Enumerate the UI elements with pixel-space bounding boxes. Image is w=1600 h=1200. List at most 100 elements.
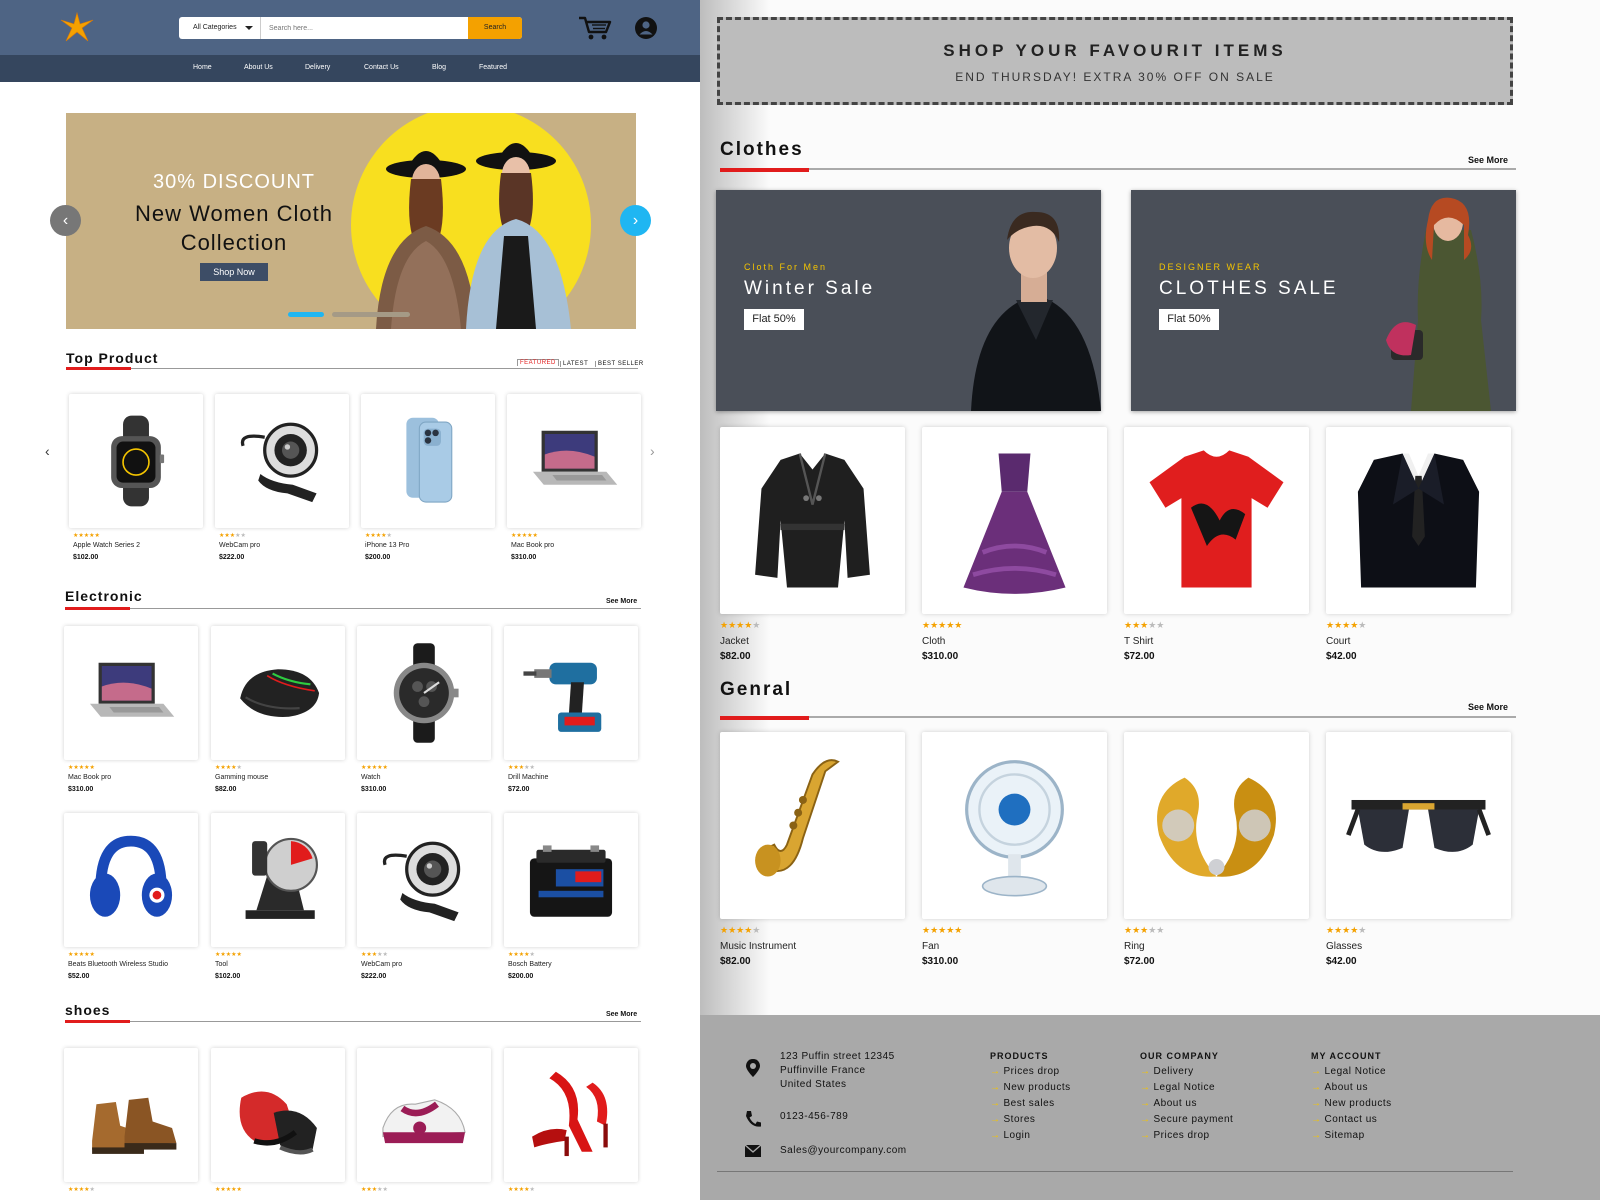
- nav-home[interactable]: Home: [193, 64, 212, 71]
- search-button[interactable]: Search: [468, 17, 522, 39]
- user-account-icon[interactable]: [635, 17, 657, 39]
- product-name[interactable]: Bosch Battery: [508, 961, 552, 968]
- product-name[interactable]: Music Instrument: [720, 941, 796, 952]
- product-card[interactable]: [922, 732, 1107, 919]
- footer-email[interactable]: Sales@yourcompany.com: [780, 1145, 907, 1156]
- footer-link[interactable]: → Prices drop: [1140, 1130, 1210, 1141]
- footer-link[interactable]: → Login: [990, 1130, 1030, 1141]
- product-card[interactable]: [64, 813, 198, 947]
- footer-link[interactable]: → Prices drop: [990, 1066, 1060, 1077]
- product-name[interactable]: Ring: [1124, 941, 1145, 952]
- hero-next-arrow-icon[interactable]: ›: [620, 205, 651, 236]
- carousel-next-icon[interactable]: ›: [650, 443, 655, 459]
- product-name[interactable]: iPhone 13 Pro: [365, 542, 409, 549]
- category-select[interactable]: All Categories: [179, 17, 261, 39]
- footer-link[interactable]: → About us: [1140, 1098, 1197, 1109]
- see-more-electronic[interactable]: See More: [606, 598, 637, 605]
- star-rating: ★★★★★: [720, 925, 761, 935]
- product-name[interactable]: Drill Machine: [508, 774, 548, 781]
- product-card[interactable]: [507, 394, 641, 528]
- footer-link[interactable]: → New products: [990, 1082, 1071, 1093]
- nav-blog[interactable]: Blog: [432, 64, 446, 71]
- banner-kicker: Cloth For Men: [744, 262, 828, 272]
- product-card[interactable]: [1124, 732, 1309, 919]
- fan-icon: [965, 760, 1064, 897]
- tab-best-seller[interactable]: BEST SELLER: [595, 361, 644, 367]
- product-card[interactable]: [1124, 427, 1309, 614]
- product-card[interactable]: [211, 1048, 345, 1182]
- product-card[interactable]: [504, 1048, 638, 1182]
- promo-card-clothes-sale[interactable]: DESIGNER WEAR CLOTHES SALE Flat 50%: [1131, 190, 1516, 411]
- footer-link[interactable]: → New products: [1311, 1098, 1392, 1109]
- footer-link[interactable]: → Legal Notice: [1140, 1082, 1215, 1093]
- product-card[interactable]: [64, 1048, 198, 1182]
- product-name[interactable]: Watch: [361, 774, 381, 781]
- footer-link[interactable]: → Stores: [990, 1114, 1035, 1125]
- footer-link[interactable]: → Delivery: [1140, 1066, 1194, 1077]
- product-card[interactable]: [357, 1048, 491, 1182]
- see-more-clothes[interactable]: See More: [1468, 155, 1508, 165]
- product-name[interactable]: Mac Book pro: [511, 542, 554, 549]
- tab-featured[interactable]: FEATURED: [517, 359, 559, 366]
- product-card[interactable]: [211, 813, 345, 947]
- slider-dot-active[interactable]: [288, 312, 324, 317]
- product-name[interactable]: Jacket: [720, 636, 749, 647]
- product-name[interactable]: Beats Bluetooth Wireless Studio: [68, 961, 168, 968]
- saw-icon: [245, 837, 318, 919]
- see-more-general[interactable]: See More: [1468, 702, 1508, 712]
- hero-prev-arrow-icon[interactable]: ‹: [50, 205, 81, 236]
- search-input[interactable]: [269, 21, 439, 35]
- footer-link[interactable]: → Best sales: [990, 1098, 1055, 1109]
- footer-link[interactable]: → Contact us: [1311, 1114, 1377, 1125]
- product-card[interactable]: [504, 626, 638, 760]
- product-name[interactable]: Apple Watch Series 2: [73, 542, 140, 549]
- nav-about-us[interactable]: About Us: [244, 64, 273, 71]
- cart-icon[interactable]: [578, 15, 612, 41]
- product-card[interactable]: [720, 427, 905, 614]
- product-name[interactable]: Fan: [922, 941, 939, 952]
- product-card[interactable]: [64, 626, 198, 760]
- product-name[interactable]: T Shirt: [1124, 636, 1153, 647]
- nav-delivery[interactable]: Delivery: [305, 64, 330, 71]
- nav-featured[interactable]: Featured: [479, 64, 507, 71]
- product-card[interactable]: [720, 732, 905, 919]
- product-card[interactable]: [357, 626, 491, 760]
- product-card[interactable]: [361, 394, 495, 528]
- product-card[interactable]: [922, 427, 1107, 614]
- suit-icon: [1357, 453, 1480, 588]
- section-divider: [65, 608, 641, 609]
- slider-dot[interactable]: [332, 312, 410, 317]
- product-name[interactable]: Court: [1326, 636, 1350, 647]
- product-card[interactable]: [1326, 732, 1511, 919]
- product-card[interactable]: [357, 813, 491, 947]
- footer-link-label: Prices drop: [1153, 1130, 1210, 1141]
- nav-contact-us[interactable]: Contact Us: [364, 64, 399, 71]
- star-logo-icon[interactable]: [60, 12, 94, 42]
- product-card[interactable]: [211, 626, 345, 760]
- heel-icon: [532, 1071, 608, 1157]
- promo-card-winter-sale[interactable]: Cloth For Men Winter Sale Flat 50%: [716, 190, 1101, 411]
- product-card[interactable]: [215, 394, 349, 528]
- product-name[interactable]: Glasses: [1326, 941, 1362, 952]
- see-more-shoes[interactable]: See More: [606, 1011, 637, 1018]
- footer-link[interactable]: → Sitemap: [1311, 1130, 1365, 1141]
- product-name[interactable]: Cloth: [922, 636, 945, 647]
- tab-latest[interactable]: LATEST: [560, 361, 588, 367]
- footer-link-label: About us: [1324, 1082, 1368, 1093]
- product-card[interactable]: [504, 813, 638, 947]
- product-name[interactable]: WebCam pro: [219, 542, 260, 549]
- arrow-right-icon: →: [1311, 1114, 1322, 1125]
- product-card[interactable]: [69, 394, 203, 528]
- product-name[interactable]: WebCam pro: [361, 961, 402, 968]
- shop-now-button[interactable]: Shop Now: [200, 263, 268, 281]
- product-name[interactable]: Tool: [215, 961, 228, 968]
- carousel-prev-icon[interactable]: ‹: [45, 443, 50, 459]
- product-name[interactable]: Gamming mouse: [215, 774, 268, 781]
- promo-banner: SHOP YOUR FAVOURIT ITEMS END THURSDAY! E…: [717, 17, 1513, 105]
- product-name[interactable]: Mac Book pro: [68, 774, 111, 781]
- footer-link[interactable]: → About us: [1311, 1082, 1368, 1093]
- footer-link[interactable]: → Legal Notice: [1311, 1066, 1386, 1077]
- footer-phone[interactable]: 0123-456-789: [780, 1111, 848, 1122]
- footer-link[interactable]: → Secure payment: [1140, 1114, 1233, 1125]
- product-card[interactable]: [1326, 427, 1511, 614]
